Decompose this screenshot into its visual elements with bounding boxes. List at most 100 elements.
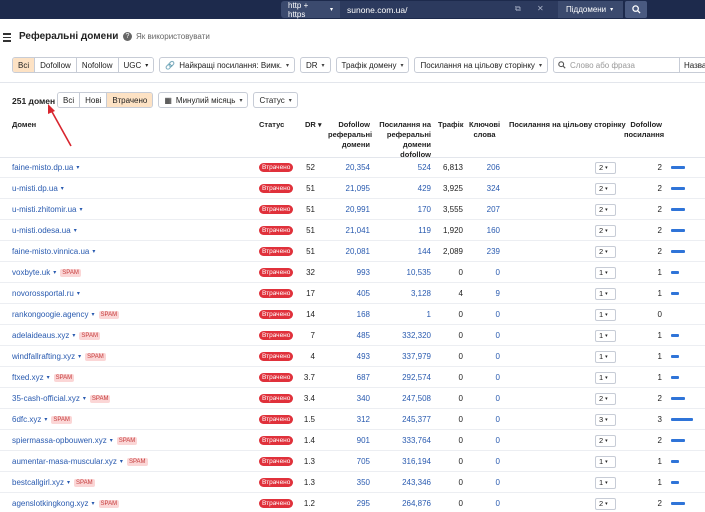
domain-link[interactable]: u-misti.dp.ua [12, 184, 58, 193]
target-links-select[interactable]: 2 ▾ [595, 157, 616, 178]
domain-link[interactable]: agenslotkingkong.xyz [12, 499, 89, 508]
dofollow-ref-value[interactable]: 21,095 [330, 178, 370, 199]
domain-link[interactable]: u-misti.odesa.ua [12, 226, 71, 235]
target-links-select[interactable]: 1 ▾ [595, 262, 616, 283]
domain-link[interactable]: adelaideaus.xyz [12, 331, 69, 340]
links-ref-value[interactable]: 243,346 [385, 472, 431, 493]
help-link[interactable]: ? Як використовувати [123, 32, 210, 41]
keywords-value[interactable]: 0 [470, 367, 500, 388]
domain-cell[interactable]: windfallrafting.xyz ▾ SPAM [12, 346, 106, 367]
link-type-nofollow[interactable]: Nofollow [76, 58, 119, 72]
chevron-down-icon[interactable]: ▾ [120, 458, 123, 465]
chevron-down-icon[interactable]: ▾ [44, 416, 47, 423]
keywords-value[interactable]: 0 [470, 325, 500, 346]
target-links-select[interactable]: 2 ▾ [595, 388, 616, 409]
target-links-select[interactable]: 2 ▾ [595, 199, 616, 220]
dofollow-ref-value[interactable]: 485 [330, 325, 370, 346]
domain-link[interactable]: u-misti.zhitomir.ua [12, 205, 76, 214]
search-button[interactable] [625, 1, 647, 18]
target-links-select[interactable]: 2 ▾ [595, 430, 616, 451]
col-keywords[interactable]: Ключові слова [469, 120, 500, 140]
dofollow-ref-value[interactable]: 168 [330, 304, 370, 325]
keywords-value[interactable]: 9 [470, 283, 500, 304]
search-scope-select[interactable]: Назва до [679, 57, 705, 73]
col-status[interactable]: Статус [259, 120, 284, 130]
domain-link[interactable]: novorossportal.ru [12, 289, 74, 298]
links-ref-value[interactable]: 316,194 [385, 451, 431, 472]
col-traffic[interactable]: Трафік [438, 120, 463, 130]
links-ref-value[interactable]: 3,128 [385, 283, 431, 304]
target-links-select[interactable]: 1 ▾ [595, 283, 616, 304]
domain-link[interactable]: rankongoogie.agency [12, 310, 89, 319]
target-links-filter[interactable]: Посилання на цільову сторінку ▾ [414, 57, 548, 73]
domain-cell[interactable]: u-misti.dp.ua ▾ [12, 178, 64, 199]
dofollow-ref-value[interactable]: 350 [330, 472, 370, 493]
tab-lost[interactable]: Втрачено [107, 93, 153, 107]
domain-cell[interactable]: agenslotkingkong.xyz ▾ SPAM [12, 493, 120, 512]
domain-cell[interactable]: 6dfc.xyz ▾ SPAM [12, 409, 72, 430]
chevron-down-icon[interactable]: ▾ [47, 374, 50, 381]
keywords-value[interactable]: 324 [470, 178, 500, 199]
links-ref-value[interactable]: 292,574 [385, 367, 431, 388]
domain-cell[interactable]: bestcallgirl.xyz ▾ SPAM [12, 472, 95, 493]
links-ref-value[interactable]: 1 [385, 304, 431, 325]
target-links-select[interactable]: 1 ▾ [595, 346, 616, 367]
target-links-select[interactable]: 1 ▾ [595, 451, 616, 472]
domain-cell[interactable]: u-misti.zhitomir.ua ▾ [12, 199, 82, 220]
links-ref-value[interactable]: 332,320 [385, 325, 431, 346]
close-icon[interactable]: ✕ [537, 4, 544, 13]
links-ref-value[interactable]: 245,377 [385, 409, 431, 430]
keywords-value[interactable]: 160 [470, 220, 500, 241]
keywords-value[interactable]: 0 [470, 262, 500, 283]
link-type-ugc[interactable]: UGC ▾ [118, 58, 154, 72]
tab-all[interactable]: Всі [58, 93, 81, 107]
domain-cell[interactable]: spiermassa-opbouwen.xyz ▾ SPAM [12, 430, 138, 451]
links-ref-value[interactable]: 333,764 [385, 430, 431, 451]
phrase-search-input[interactable]: Слово або фраза [552, 57, 680, 73]
domain-link[interactable]: bestcallgirl.xyz [12, 478, 64, 487]
domain-link[interactable]: ftxed.xyz [12, 373, 44, 382]
domain-cell[interactable]: aumentar-masa-muscular.xyz ▾ SPAM [12, 451, 148, 472]
traffic-filter[interactable]: Трафік домену ▾ [335, 57, 410, 73]
chevron-down-icon[interactable]: ▾ [61, 185, 64, 192]
chevron-down-icon[interactable]: ▾ [79, 206, 82, 213]
dofollow-ref-value[interactable]: 993 [330, 262, 370, 283]
menu-icon[interactable] [3, 33, 11, 42]
keywords-value[interactable]: 0 [470, 304, 500, 325]
domain-link[interactable]: 6dfc.xyz [12, 415, 41, 424]
col-target-links[interactable]: Посилання на цільову сторінку [509, 120, 626, 130]
col-links-ref[interactable]: Посилання на реферальні домени dofollow [377, 120, 431, 160]
chevron-down-icon[interactable]: ▾ [110, 437, 113, 444]
subdomains-select[interactable]: Піддомени ▾ [558, 1, 623, 18]
keywords-value[interactable]: 207 [470, 199, 500, 220]
target-links-select[interactable]: 1 ▾ [595, 304, 616, 325]
chevron-down-icon[interactable]: ▾ [74, 227, 77, 234]
dofollow-ref-value[interactable]: 312 [330, 409, 370, 430]
keywords-value[interactable]: 0 [470, 493, 500, 512]
chevron-down-icon[interactable]: ▾ [67, 479, 70, 486]
domain-cell[interactable]: faine-misto.dp.ua ▾ [12, 157, 79, 178]
dofollow-ref-value[interactable]: 20,081 [330, 241, 370, 262]
keywords-value[interactable]: 206 [470, 157, 500, 178]
target-links-select[interactable]: 1 ▾ [595, 472, 616, 493]
keywords-value[interactable]: 0 [470, 451, 500, 472]
dofollow-ref-value[interactable]: 340 [330, 388, 370, 409]
chevron-down-icon[interactable]: ▾ [53, 269, 56, 276]
target-links-select[interactable]: 2 ▾ [595, 241, 616, 262]
links-ref-value[interactable]: 10,535 [385, 262, 431, 283]
chevron-down-icon[interactable]: ▾ [92, 248, 95, 255]
target-links-select[interactable]: 3 ▾ [595, 409, 616, 430]
links-ref-value[interactable]: 337,979 [385, 346, 431, 367]
dofollow-ref-value[interactable]: 901 [330, 430, 370, 451]
link-type-all[interactable]: Всі [13, 58, 36, 72]
keywords-value[interactable]: 239 [470, 241, 500, 262]
chevron-down-icon[interactable]: ▾ [77, 290, 80, 297]
dofollow-ref-value[interactable]: 405 [330, 283, 370, 304]
dofollow-ref-value[interactable]: 687 [330, 367, 370, 388]
chevron-down-icon[interactable]: ▾ [92, 311, 95, 318]
domain-cell[interactable]: adelaideaus.xyz ▾ SPAM [12, 325, 100, 346]
domain-link[interactable]: 35-cash-official.xyz [12, 394, 80, 403]
target-links-select[interactable]: 2 ▾ [595, 493, 616, 512]
dofollow-ref-value[interactable]: 20,991 [330, 199, 370, 220]
dofollow-ref-value[interactable]: 493 [330, 346, 370, 367]
